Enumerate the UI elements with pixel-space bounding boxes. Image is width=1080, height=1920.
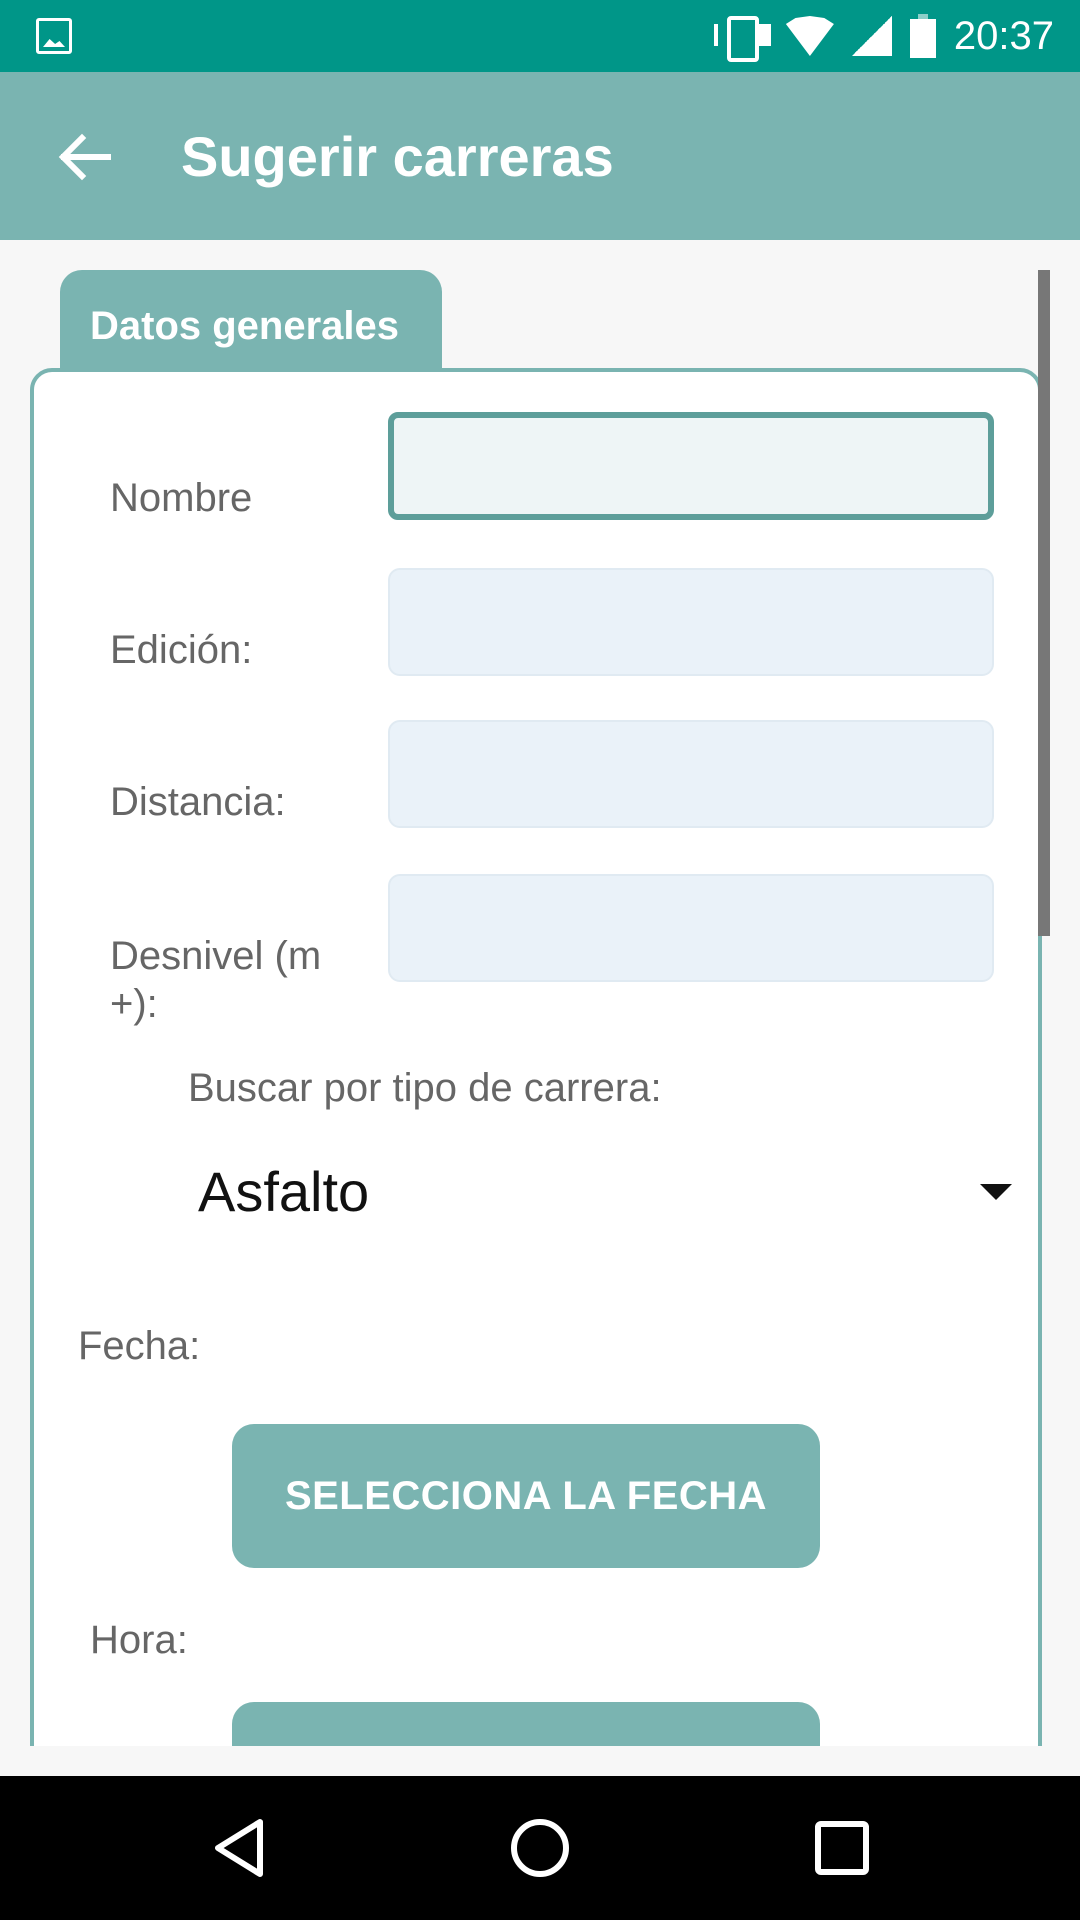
home-circle-icon <box>511 1819 569 1877</box>
form-card: Nombre Edición: Distancia: Desnivel (m +… <box>30 368 1042 1746</box>
back-button[interactable] <box>50 122 120 192</box>
navigation-bar <box>0 1776 1080 1920</box>
dropdown-caret-icon <box>980 1184 1012 1200</box>
edicion-input[interactable] <box>388 568 994 676</box>
status-icons: 20:37 <box>713 12 1054 62</box>
tipo-carrera-select[interactable]: Asfalto <box>198 1142 1018 1242</box>
tipo-carrera-value: Asfalto <box>198 1160 370 1223</box>
recents-square-icon <box>815 1821 869 1875</box>
tipo-carrera-label: Buscar por tipo de carrera: <box>188 1066 662 1110</box>
app-bar: Sugerir carreras <box>0 72 1080 240</box>
distancia-input[interactable] <box>388 720 994 828</box>
fecha-label: Fecha: <box>78 1324 201 1368</box>
nav-recents-button[interactable] <box>810 1816 874 1880</box>
tab-label: Datos generales <box>90 304 400 348</box>
scrollbar[interactable] <box>1038 270 1050 936</box>
distancia-label: Distancia: <box>110 780 286 824</box>
vibrate-icon <box>713 14 768 62</box>
wifi-icon <box>785 16 834 56</box>
content-area[interactable]: Datos generales Nombre Edición: Distanci… <box>0 240 1080 1746</box>
page-title: Sugerir carreras <box>181 125 614 188</box>
desnivel-input[interactable] <box>388 874 994 982</box>
battery-icon <box>909 14 936 58</box>
nav-home-button[interactable] <box>508 1816 572 1880</box>
select-date-button[interactable]: SELECCIONA LA FECHA <box>232 1424 820 1568</box>
nombre-label: Nombre <box>110 476 253 520</box>
tab-datos-generales[interactable]: Datos generales <box>60 270 442 380</box>
desnivel-label: Desnivel (m +): <box>110 934 322 1026</box>
edicion-label: Edición: <box>110 628 253 672</box>
status-bar: 20:37 <box>0 0 1080 72</box>
arrow-left-icon <box>58 133 111 181</box>
nombre-input[interactable] <box>388 412 994 520</box>
status-time: 20:37 <box>953 13 1054 58</box>
gallery-icon <box>36 18 72 54</box>
nav-back-button[interactable] <box>210 1816 274 1880</box>
signal-icon <box>851 16 892 56</box>
hora-label: Hora: <box>90 1618 188 1662</box>
back-triangle-icon <box>215 1819 263 1877</box>
select-time-button[interactable] <box>232 1702 820 1746</box>
